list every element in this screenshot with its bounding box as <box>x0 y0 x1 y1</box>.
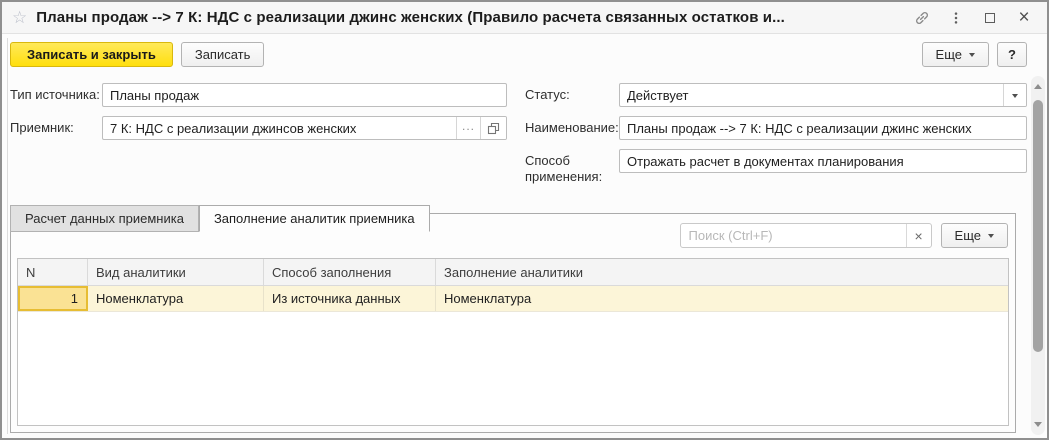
save-and-close-button[interactable]: Записать и закрыть <box>10 42 173 67</box>
receiver-label: Приемник: <box>10 116 102 136</box>
receiver-choose-button[interactable]: ... <box>456 117 480 139</box>
maximize-icon[interactable] <box>981 9 999 27</box>
save-label: Записать <box>195 47 251 62</box>
window-scrollbar[interactable] <box>1031 76 1045 435</box>
dialog-window: ☆ Планы продаж --> 7 К: НДС с реализации… <box>0 0 1049 440</box>
column-header-analytics-type[interactable]: Вид аналитики <box>88 259 264 285</box>
chevron-down-icon <box>969 53 975 57</box>
status-value: Действует <box>620 88 1003 103</box>
status-label: Статус: <box>525 83 619 103</box>
tab-panel-analytics-fill: × Еще N Вид аналитики Способ заполнения … <box>10 213 1016 433</box>
application-method-value: Отражать расчет в документах планировани… <box>620 154 1026 169</box>
tab-receiver-analytics-fill[interactable]: Заполнение аналитик приемника <box>199 205 430 232</box>
save-and-close-label: Записать и закрыть <box>27 47 156 62</box>
analytics-table: N Вид аналитики Способ заполнения Заполн… <box>17 258 1009 426</box>
kebab-menu-icon[interactable] <box>947 9 965 27</box>
receiver-value: 7 К: НДС с реализации джинсов женских <box>103 121 456 136</box>
name-value: Планы продаж --> 7 К: НДС с реализации д… <box>620 121 1026 136</box>
window-title: Планы продаж --> 7 К: НДС с реализации д… <box>36 9 904 26</box>
tab-label: Расчет данных приемника <box>25 211 184 226</box>
tab-strip: Расчет данных приемника Заполнение анали… <box>2 195 1047 231</box>
column-header-n[interactable]: N <box>18 259 88 285</box>
form-left-separator <box>7 38 8 434</box>
help-button[interactable]: ? <box>997 42 1027 67</box>
status-select[interactable]: Действует <box>619 83 1027 107</box>
source-type-value: Планы продаж <box>103 88 506 103</box>
table-header: N Вид аналитики Способ заполнения Заполн… <box>18 259 1008 286</box>
form-fields: Тип источника: Планы продаж Приемник: 7 … <box>2 75 1047 195</box>
source-type-field[interactable]: Планы продаж <box>102 83 507 107</box>
cell-analytics-type[interactable]: Номенклатура <box>88 286 264 311</box>
column-header-analytics-fill[interactable]: Заполнение аналитики <box>436 259 1008 285</box>
status-dropdown-icon[interactable] <box>1003 84 1026 106</box>
name-field[interactable]: Планы продаж --> 7 К: НДС с реализации д… <box>619 116 1027 140</box>
close-icon[interactable]: × <box>1015 9 1033 27</box>
chevron-down-icon <box>988 234 994 238</box>
save-button[interactable]: Записать <box>181 42 265 67</box>
help-label: ? <box>1008 47 1016 62</box>
receiver-field[interactable]: 7 К: НДС с реализации джинсов женских ..… <box>102 116 507 140</box>
command-bar: Записать и закрыть Записать Еще ? <box>2 34 1047 75</box>
cell-n[interactable]: 1 <box>18 286 88 311</box>
scroll-up-icon[interactable] <box>1034 84 1042 89</box>
get-link-icon[interactable] <box>913 9 931 27</box>
more-actions-button[interactable]: Еще <box>922 42 989 67</box>
column-header-fill-method[interactable]: Способ заполнения <box>264 259 436 285</box>
favorite-star-icon[interactable]: ☆ <box>12 9 27 26</box>
tab-receiver-data-calc[interactable]: Расчет данных приемника <box>10 205 199 232</box>
table-row[interactable]: 1 Номенклатура Из источника данных Номен… <box>18 286 1008 312</box>
name-label: Наименование: <box>525 116 619 136</box>
application-method-field[interactable]: Отражать расчет в документах планировани… <box>619 149 1027 173</box>
source-type-label: Тип источника: <box>10 83 102 103</box>
application-method-label: Способ применения: <box>525 149 619 186</box>
scroll-down-icon[interactable] <box>1034 422 1042 427</box>
cell-analytics-fill[interactable]: Номенклатура <box>436 286 1008 311</box>
more-actions-label: Еще <box>936 47 962 62</box>
title-bar: ☆ Планы продаж --> 7 К: НДС с реализации… <box>2 2 1047 34</box>
cell-fill-method[interactable]: Из источника данных <box>264 286 436 311</box>
receiver-open-icon[interactable] <box>480 117 506 139</box>
tab-label: Заполнение аналитик приемника <box>214 211 415 226</box>
